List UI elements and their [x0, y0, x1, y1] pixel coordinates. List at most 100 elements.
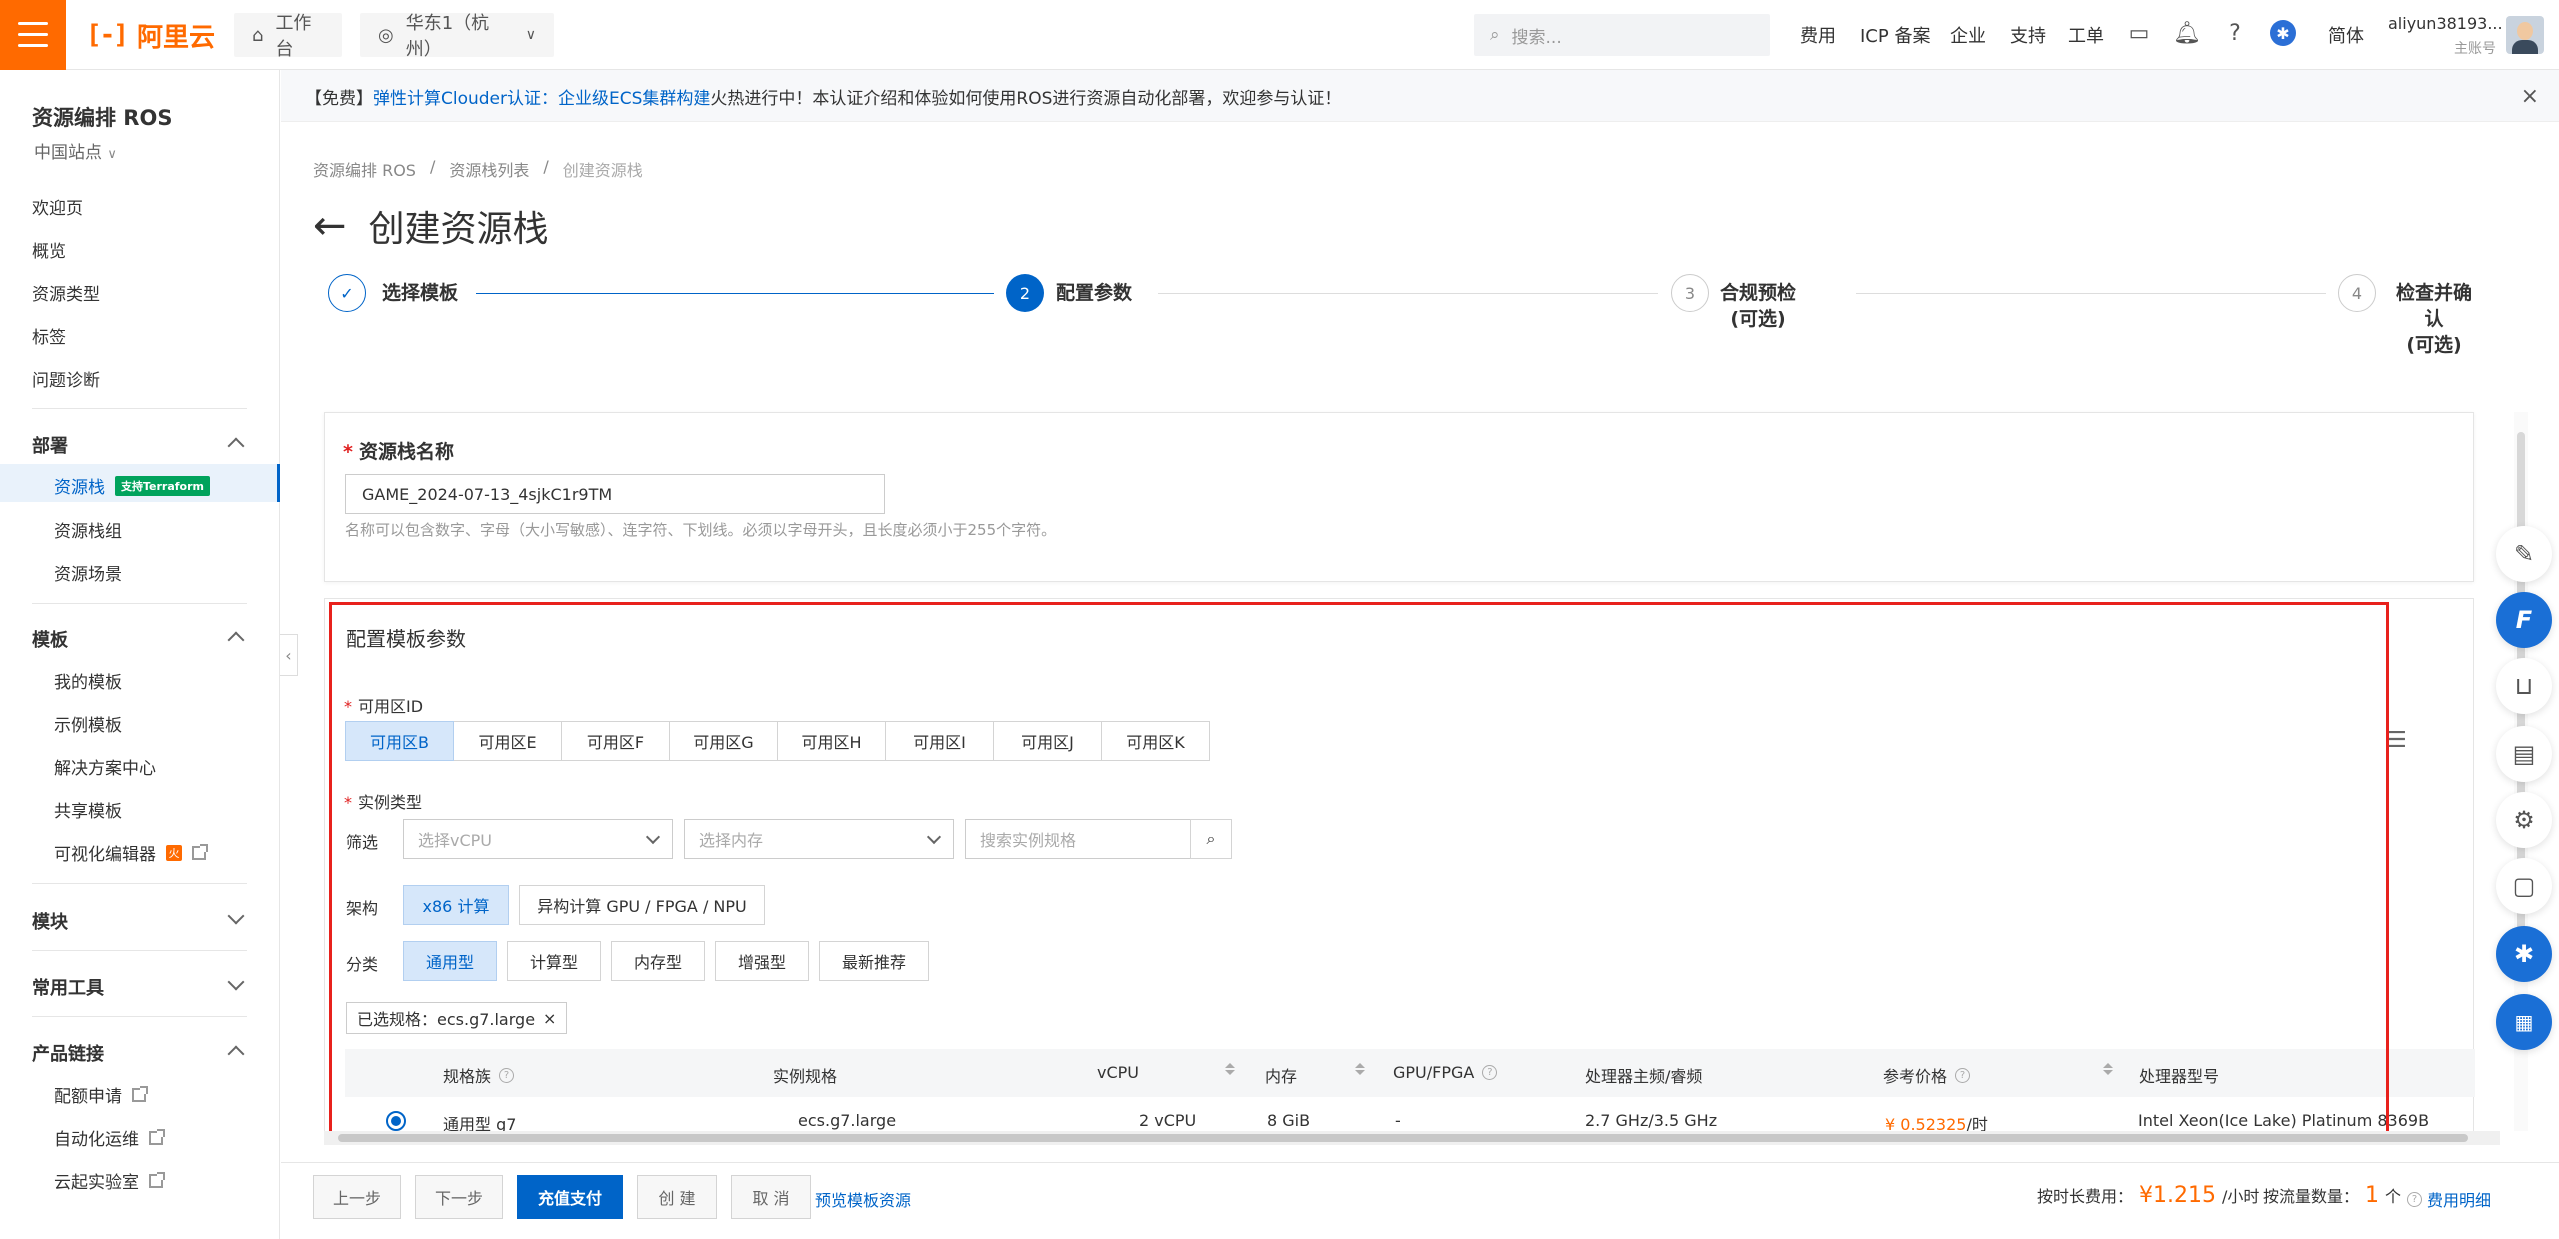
- language-switch[interactable]: 简体: [2328, 22, 2364, 48]
- sidebar-group-tools[interactable]: 常用工具: [32, 974, 104, 1000]
- prev-step-button[interactable]: 上一步: [313, 1175, 401, 1219]
- sidebar-item-lab[interactable]: 云起实验室: [54, 1168, 165, 1193]
- sidebar-item-my-templates[interactable]: 我的模板: [54, 668, 122, 693]
- feedback-f-icon[interactable]: F: [2496, 592, 2552, 648]
- banner-link-clouder[interactable]: 弹性计算Clouder认证：: [373, 89, 558, 109]
- arch-option-x86[interactable]: x86 计算: [403, 885, 509, 925]
- sidebar-item-stack-groups[interactable]: 资源栈组: [54, 517, 122, 542]
- help-icon[interactable]: ?: [1482, 1065, 1498, 1080]
- row-radio-selected[interactable]: [386, 1111, 406, 1131]
- chevron-up-icon[interactable]: [227, 437, 245, 455]
- recharge-pay-button[interactable]: 充值支付: [517, 1175, 623, 1219]
- chevron-up-icon[interactable]: [227, 631, 245, 649]
- breadcrumb-ros[interactable]: 资源编排 ROS: [313, 157, 416, 181]
- gear-icon[interactable]: ⚙: [2496, 792, 2552, 848]
- sidebar-group-template[interactable]: 模板: [32, 626, 68, 652]
- arch-option-heterogeneous[interactable]: 异构计算 GPU / FPGA / NPU: [519, 885, 765, 925]
- zone-option-h[interactable]: 可用区H: [777, 721, 886, 761]
- chat-icon[interactable]: ▢: [2496, 858, 2552, 914]
- sidebar-item-visual-editor[interactable]: 可视化编辑器 火: [54, 840, 208, 865]
- assistant-icon[interactable]: ✱: [2270, 20, 2296, 46]
- sidebar-item-resource-types[interactable]: 资源类型: [32, 280, 100, 305]
- list-settings-icon[interactable]: ☰: [2387, 728, 2407, 753]
- sidebar-item-shared-templates[interactable]: 共享模板: [54, 797, 122, 822]
- chevron-down-icon: [645, 829, 661, 845]
- sidebar-collapse-button[interactable]: ‹: [280, 634, 298, 676]
- memory-select[interactable]: 选择内存: [684, 819, 954, 859]
- chevron-up-icon[interactable]: [227, 1045, 245, 1063]
- sidebar-item-oos[interactable]: 自动化运维: [54, 1125, 165, 1150]
- global-search-input[interactable]: ⌕ 搜索...: [1474, 14, 1770, 56]
- aliyun-logo[interactable]: [-] 阿里云: [86, 18, 215, 53]
- column-vcpu[interactable]: vCPU: [1097, 1063, 1139, 1082]
- zone-option-b[interactable]: 可用区B: [345, 721, 454, 761]
- terminal-icon[interactable]: ▭: [2126, 20, 2152, 46]
- hamburger-menu-button[interactable]: [0, 0, 66, 70]
- vcpu-select[interactable]: 选择vCPU: [403, 819, 673, 859]
- nav-support[interactable]: 支持: [2010, 22, 2046, 48]
- category-general[interactable]: 通用型: [403, 941, 497, 981]
- nav-enterprise[interactable]: 企业: [1950, 22, 1986, 48]
- search-button[interactable]: ⌕: [1190, 819, 1232, 859]
- category-enhanced[interactable]: 增强型: [715, 941, 809, 981]
- column-memory[interactable]: 内存: [1265, 1063, 1297, 1087]
- nav-fees[interactable]: 费用: [1800, 22, 1836, 48]
- sidebar-item-solutions[interactable]: 解决方案中心: [54, 754, 156, 779]
- category-memory[interactable]: 内存型: [611, 941, 705, 981]
- nav-icp[interactable]: ICP 备案: [1860, 22, 1930, 48]
- region-selector[interactable]: ◎ 华东1（杭州） ∨: [360, 13, 554, 60]
- breadcrumb-stack-list[interactable]: 资源栈列表: [449, 157, 529, 181]
- sort-icon[interactable]: [1355, 1063, 1365, 1075]
- banner-link-ecs-cluster[interactable]: 企业级ECS集群构建: [558, 89, 710, 109]
- zone-option-i[interactable]: 可用区I: [885, 721, 994, 761]
- sidebar-item-stacks[interactable]: 资源栈 支持Terraform: [54, 473, 211, 498]
- sort-icon[interactable]: [1225, 1063, 1235, 1075]
- zone-option-e[interactable]: 可用区E: [453, 721, 562, 761]
- sidebar-item-overview[interactable]: 概览: [32, 237, 66, 262]
- user-account-menu[interactable]: aliyun38193... 主账号: [2388, 14, 2503, 57]
- sidebar-item-diagnosis[interactable]: 问题诊断: [32, 366, 100, 391]
- zone-option-g[interactable]: 可用区G: [669, 721, 778, 761]
- cart-icon[interactable]: ⊔: [2496, 658, 2552, 714]
- category-recommended[interactable]: 最新推荐: [819, 941, 929, 981]
- fee-detail-link[interactable]: 费用明细: [2427, 1187, 2491, 1211]
- create-button[interactable]: 创 建: [637, 1175, 717, 1219]
- sidebar-item-welcome[interactable]: 欢迎页: [32, 194, 83, 219]
- zone-option-j[interactable]: 可用区J: [993, 721, 1102, 761]
- zone-option-k[interactable]: 可用区K: [1101, 721, 1210, 761]
- document-icon[interactable]: ▤: [2496, 726, 2552, 782]
- cancel-button[interactable]: 取 消: [731, 1175, 811, 1219]
- sidebar-item-quota[interactable]: 配额申请: [54, 1082, 148, 1107]
- zone-option-f[interactable]: 可用区F: [561, 721, 670, 761]
- close-icon[interactable]: ×: [543, 1009, 556, 1028]
- bell-icon[interactable]: 🔔︎: [2173, 20, 2201, 46]
- site-selector[interactable]: 中国站点 ∨: [34, 138, 117, 163]
- workbench-button[interactable]: ⌂ 工作台: [234, 13, 342, 60]
- help-icon[interactable]: ?: [2407, 1192, 2423, 1207]
- sidebar-group-links[interactable]: 产品链接: [32, 1040, 104, 1066]
- category-compute[interactable]: 计算型: [507, 941, 601, 981]
- stack-name-input[interactable]: GAME_2024-07-13_4sjkC1r9TM: [345, 474, 885, 514]
- chevron-down-icon[interactable]: [227, 907, 245, 925]
- help-icon[interactable]: ?: [2222, 20, 2248, 46]
- help-icon[interactable]: ?: [499, 1067, 515, 1083]
- back-arrow-icon[interactable]: ←: [313, 206, 347, 246]
- horizontal-scrollbar[interactable]: [324, 1131, 2500, 1145]
- sidebar-group-deploy[interactable]: 部署: [32, 432, 68, 458]
- grid-apps-icon[interactable]: ▦: [2496, 994, 2552, 1050]
- sidebar-item-tags[interactable]: 标签: [32, 323, 66, 348]
- close-icon[interactable]: ×: [2521, 84, 2539, 109]
- help-icon[interactable]: ?: [1955, 1067, 1971, 1083]
- sidebar-group-module[interactable]: 模块: [32, 908, 68, 934]
- nav-ticket[interactable]: 工单: [2068, 22, 2104, 48]
- avatar[interactable]: [2506, 16, 2544, 54]
- sort-icon[interactable]: [2103, 1063, 2113, 1075]
- sidebar-item-scenarios[interactable]: 资源场景: [54, 560, 122, 585]
- next-step-button[interactable]: 下一步: [415, 1175, 503, 1219]
- assistant-icon[interactable]: ✱: [2496, 926, 2552, 982]
- preview-resources-link[interactable]: 预览模板资源: [815, 1187, 911, 1211]
- instance-search-input[interactable]: 搜索实例规格: [965, 819, 1191, 859]
- chevron-down-icon[interactable]: [227, 973, 245, 991]
- edit-icon[interactable]: ✎: [2496, 526, 2552, 582]
- sidebar-item-sample-templates[interactable]: 示例模板: [54, 711, 122, 736]
